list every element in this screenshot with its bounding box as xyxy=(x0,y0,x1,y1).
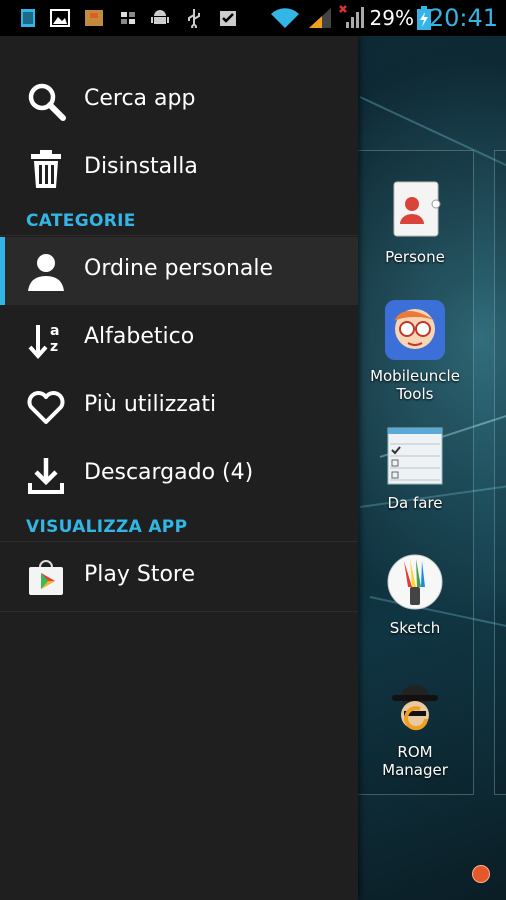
battery-percent: 29% xyxy=(369,6,414,30)
app-label: Mobileuncle Tools xyxy=(370,367,460,403)
section-header-categorie: CATEGORIE xyxy=(26,211,136,231)
gallery-icon xyxy=(50,9,70,27)
menu-item-label: Disinstalla xyxy=(84,154,198,179)
app-label: Persone xyxy=(385,248,445,266)
menu-item-label: Più utilizzati xyxy=(84,392,217,417)
app-label: Da fare xyxy=(387,494,443,512)
app-persone[interactable]: Persone xyxy=(347,180,483,266)
person-icon xyxy=(28,254,64,291)
svg-text:a: a xyxy=(50,323,59,339)
todo-list-icon xyxy=(384,426,446,488)
menu-item-label: Ordine personale xyxy=(84,256,274,281)
notification-icon xyxy=(21,9,35,27)
svg-text:z: z xyxy=(50,339,58,355)
menu-item-descargado[interactable]: Descargado (4) xyxy=(0,441,358,509)
menu-item-disinstalla[interactable]: Disinstalla xyxy=(0,135,358,203)
heart-icon xyxy=(27,391,65,424)
menu-item-label: Cerca app xyxy=(84,86,196,111)
side-menu: Cerca app Disinstalla CATEGORIE Ordine p… xyxy=(0,36,358,900)
mobileuncle-icon xyxy=(384,299,446,361)
app-label: Sketch xyxy=(389,619,441,637)
menu-item-alfabetico[interactable]: a z Alfabetico xyxy=(0,305,358,373)
blocks-icon xyxy=(121,12,135,24)
signal-icon xyxy=(309,8,331,28)
download-icon xyxy=(28,458,64,494)
section-divider xyxy=(0,235,358,236)
trash-icon xyxy=(31,150,61,188)
usb-icon xyxy=(188,9,200,28)
package-icon xyxy=(85,10,103,26)
app-rom-manager[interactable]: ROM Manager xyxy=(347,675,483,779)
app-label: ROM Manager xyxy=(382,743,448,779)
play-store-icon xyxy=(29,560,63,595)
rom-manager-icon xyxy=(384,675,446,737)
app-da-fare[interactable]: Da fare xyxy=(347,426,483,512)
status-bar: 29% 20:41 xyxy=(0,0,506,36)
sketch-icon xyxy=(384,551,446,613)
contacts-icon xyxy=(384,180,446,242)
section-header-visualizza-app: VISUALIZZA APP xyxy=(26,517,188,537)
app-mobileuncle-tools[interactable]: Mobileuncle Tools xyxy=(347,299,483,403)
android-icon xyxy=(151,10,169,24)
wifi-icon xyxy=(271,8,299,29)
menu-item-label: Play Store xyxy=(84,562,196,587)
menu-item-cerca-app[interactable]: Cerca app xyxy=(0,67,358,135)
menu-item-ordine-personale[interactable]: Ordine personale xyxy=(0,237,358,305)
notification-badge-icon[interactable] xyxy=(472,865,490,883)
app-sketch[interactable]: Sketch xyxy=(347,551,483,637)
menu-item-label: Descargado (4) xyxy=(84,460,254,485)
menu-item-label: Alfabetico xyxy=(84,324,195,349)
app-drawer-next-page xyxy=(494,150,506,795)
menu-item-play-store[interactable]: Play Store xyxy=(0,543,358,611)
clipboard-check-icon xyxy=(220,11,236,26)
clock: 20:41 xyxy=(428,4,498,32)
menu-item-piu-utilizzati[interactable]: Più utilizzati xyxy=(0,373,358,441)
no-signal-icon xyxy=(339,5,364,28)
section-divider xyxy=(0,611,358,612)
section-divider xyxy=(0,541,358,542)
sort-az-icon: a z xyxy=(28,323,59,359)
search-icon xyxy=(28,83,66,121)
